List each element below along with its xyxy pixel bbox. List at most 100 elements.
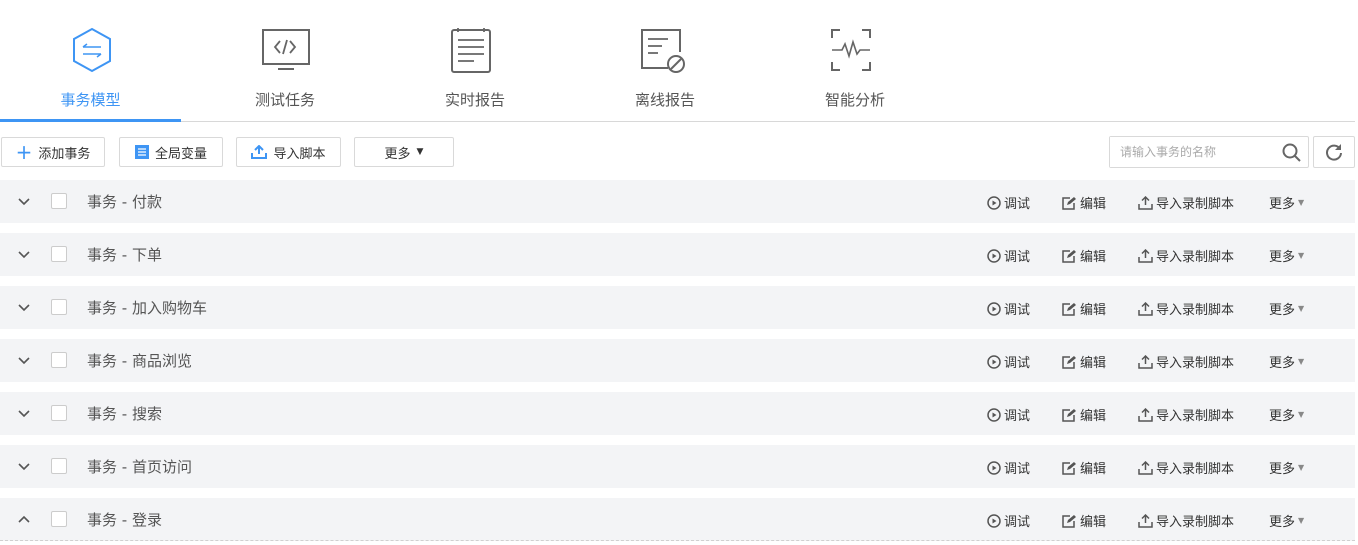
debug-label: 调试 (1004, 462, 1031, 477)
edit-icon (1062, 461, 1076, 475)
import-record-script-button[interactable]: 导入录制脚本 (1138, 352, 1234, 371)
tab-label: 测试任务 (254, 91, 315, 109)
chevron-down-icon[interactable] (17, 300, 31, 314)
import-record-label: 导入录制脚本 (1156, 356, 1235, 371)
row-checkbox[interactable] (51, 246, 67, 262)
debug-label: 调试 (1004, 197, 1031, 212)
debug-label: 调试 (1004, 250, 1031, 265)
debug-button[interactable]: 调试 (987, 246, 1030, 265)
refresh-button[interactable] (1313, 136, 1355, 168)
play-circle-icon (987, 195, 1001, 210)
edit-label: 编辑 (1080, 356, 1107, 371)
add-label: 添加事务 (38, 146, 91, 162)
import-record-script-button[interactable]: 导入录制脚本 (1138, 246, 1234, 265)
transaction-name: 事务 - 付款 (87, 193, 162, 211)
play-circle-icon (987, 460, 1001, 475)
search-icon[interactable] (1282, 143, 1302, 163)
document-list-icon (451, 28, 491, 73)
tab-transaction-model[interactable]: 事务模型 (0, 0, 181, 122)
transaction-row: 事务 - 首页访问 调试 编辑 导入录制脚本 更多 ▼ (0, 445, 1355, 488)
caret-down-icon: ▼ (1298, 251, 1305, 260)
row-more-dropdown[interactable]: 更多 ▼ (1269, 299, 1304, 318)
caret-down-icon: ▼ (1298, 198, 1305, 207)
search-input[interactable] (1110, 137, 1270, 167)
play-circle-icon (987, 407, 1001, 422)
row-checkbox[interactable] (51, 299, 67, 315)
row-checkbox[interactable] (51, 511, 67, 527)
row-more-dropdown[interactable]: 更多 ▼ (1269, 352, 1304, 371)
edit-button[interactable]: 编辑 (1062, 405, 1106, 424)
edit-button[interactable]: 编辑 (1062, 511, 1106, 530)
tab-smart-analysis[interactable]: 智能分析 (760, 0, 950, 122)
debug-button[interactable]: 调试 (987, 299, 1030, 318)
caret-down-icon: ▼ (1298, 463, 1305, 472)
edit-icon (1062, 355, 1076, 369)
import-record-script-button[interactable]: 导入录制脚本 (1138, 299, 1234, 318)
scan-pulse-icon (831, 29, 871, 71)
edit-icon (1062, 196, 1076, 210)
chevron-down-icon[interactable] (17, 353, 31, 367)
edit-icon (1062, 408, 1076, 422)
caret-down-icon: ▼ (1298, 357, 1305, 366)
chevron-down-icon[interactable] (17, 194, 31, 208)
chevron-down-icon[interactable] (17, 459, 31, 473)
debug-button[interactable]: 调试 (987, 511, 1030, 530)
edit-button[interactable]: 编辑 (1062, 193, 1106, 212)
upload-icon (1138, 513, 1153, 528)
import-record-script-button[interactable]: 导入录制脚本 (1138, 405, 1234, 424)
transaction-row: 事务 - 搜索 调试 编辑 导入录制脚本 更多 ▼ (0, 392, 1355, 435)
more-dropdown-button[interactable]: 更多 ▼ (354, 137, 454, 167)
search-box (1109, 136, 1309, 168)
document-blocked-icon (641, 29, 685, 73)
import-record-label: 导入录制脚本 (1156, 462, 1235, 477)
global-variables-button[interactable]: 全局变量 (119, 137, 223, 167)
transaction-name: 事务 - 首页访问 (87, 458, 192, 476)
row-checkbox[interactable] (51, 352, 67, 368)
edit-label: 编辑 (1080, 197, 1107, 212)
row-more-dropdown[interactable]: 更多 ▼ (1269, 458, 1304, 477)
edit-label: 编辑 (1080, 409, 1107, 424)
more-label: 更多 (1269, 197, 1296, 212)
play-circle-icon (987, 354, 1001, 369)
chevron-down-icon[interactable] (17, 247, 31, 261)
import-record-script-button[interactable]: 导入录制脚本 (1138, 511, 1234, 530)
edit-icon (1062, 302, 1076, 316)
caret-down-icon: ▼ (416, 147, 424, 157)
tab-offline-report[interactable]: 离线报告 (570, 0, 760, 122)
upload-icon (251, 145, 268, 159)
import-record-label: 导入录制脚本 (1156, 515, 1235, 530)
upload-icon (1138, 301, 1153, 316)
row-more-dropdown[interactable]: 更多 ▼ (1269, 511, 1304, 530)
row-checkbox[interactable] (51, 193, 67, 209)
more-label: 更多 (1269, 409, 1296, 424)
table-icon (134, 145, 149, 159)
debug-button[interactable]: 调试 (987, 193, 1030, 212)
row-more-dropdown[interactable]: 更多 ▼ (1269, 193, 1304, 212)
import-record-script-button[interactable]: 导入录制脚本 (1138, 193, 1234, 212)
import-record-script-button[interactable]: 导入录制脚本 (1138, 458, 1234, 477)
debug-label: 调试 (1004, 515, 1031, 530)
edit-button[interactable]: 编辑 (1062, 299, 1106, 318)
edit-button[interactable]: 编辑 (1062, 352, 1106, 371)
row-more-dropdown[interactable]: 更多 ▼ (1269, 246, 1304, 265)
edit-button[interactable]: 编辑 (1062, 246, 1106, 265)
row-more-dropdown[interactable]: 更多 ▼ (1269, 405, 1304, 424)
more-label: 更多 (1269, 462, 1296, 477)
debug-button[interactable]: 调试 (987, 352, 1030, 371)
row-checkbox[interactable] (51, 405, 67, 421)
chevron-up-icon[interactable] (17, 512, 31, 526)
tab-label: 离线报告 (634, 91, 695, 109)
row-checkbox[interactable] (51, 458, 67, 474)
debug-button[interactable]: 调试 (987, 405, 1030, 424)
transaction-row: 事务 - 登录 调试 编辑 导入录制脚本 更多 ▼ (0, 498, 1355, 541)
chevron-down-icon[interactable] (17, 406, 31, 420)
tab-test-tasks[interactable]: 测试任务 (190, 0, 380, 122)
tab-label: 事务模型 (60, 91, 121, 109)
add-transaction-button[interactable]: + 添加事务 (1, 137, 105, 167)
import-label: 导入脚本 (273, 146, 326, 162)
edit-button[interactable]: 编辑 (1062, 458, 1106, 477)
debug-button[interactable]: 调试 (987, 458, 1030, 477)
more-label: 更多 (1269, 250, 1296, 265)
tab-realtime-report[interactable]: 实时报告 (380, 0, 570, 122)
import-script-button[interactable]: 导入脚本 (236, 137, 341, 167)
